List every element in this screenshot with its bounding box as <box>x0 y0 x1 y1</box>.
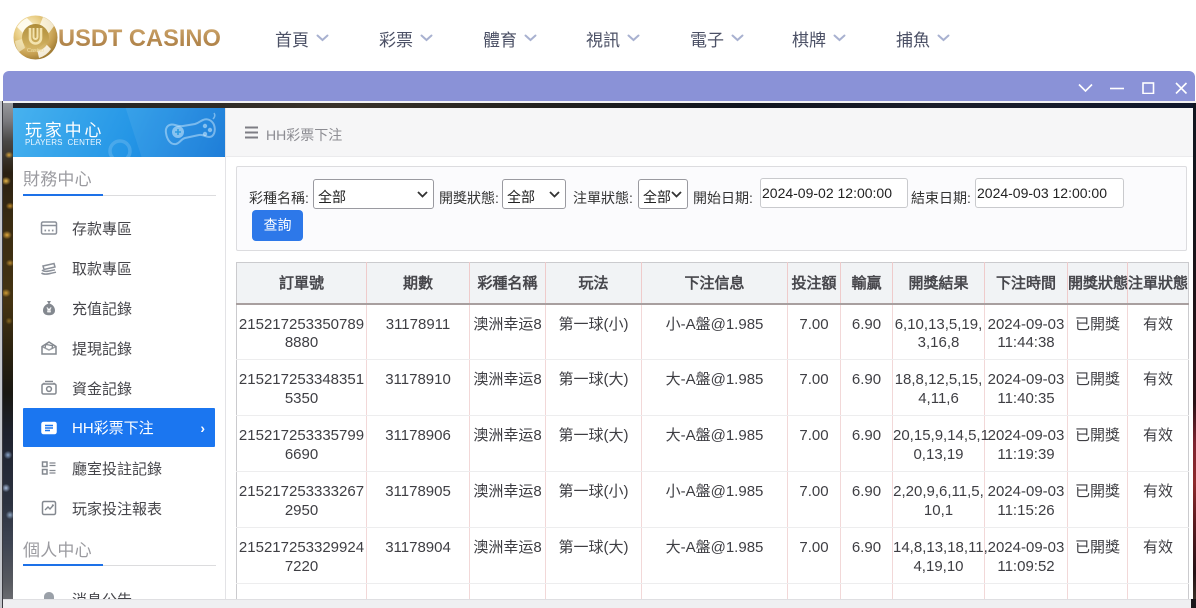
svg-text:Casino: Casino <box>27 48 44 54</box>
